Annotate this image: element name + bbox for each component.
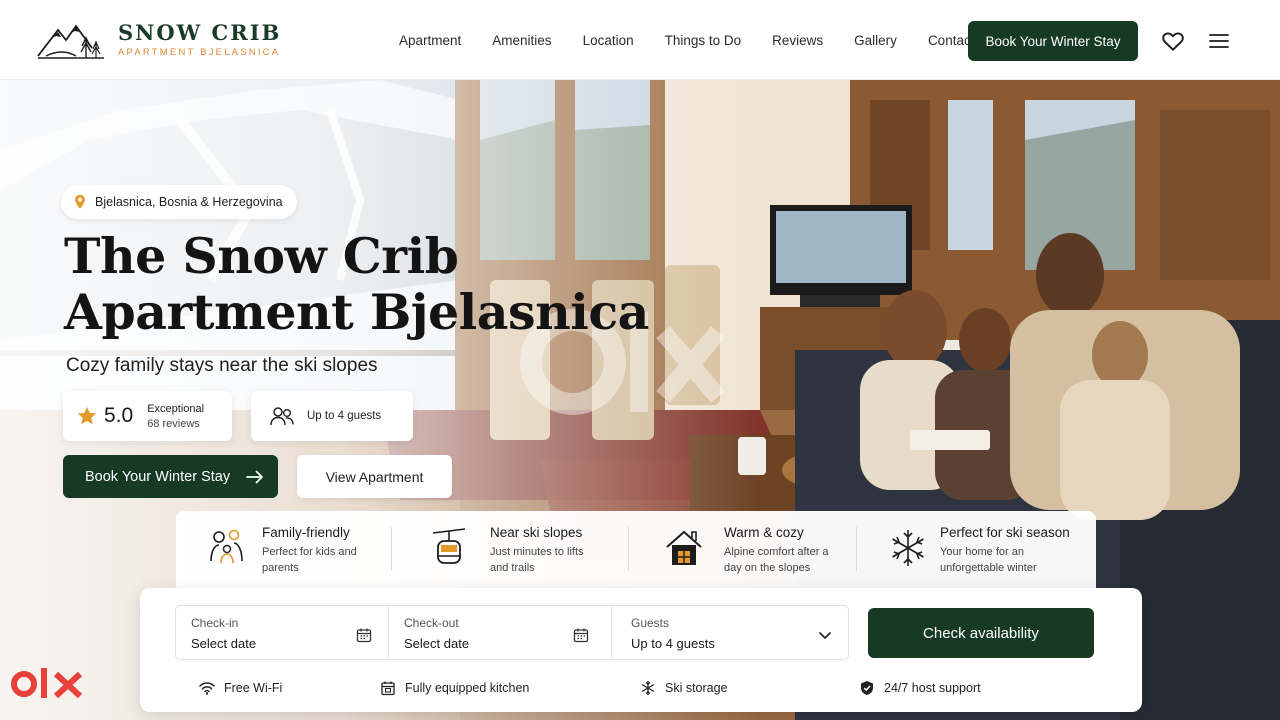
- feature-perfect-for-ski-season: Perfect for ski season Your home for an …: [856, 511, 1096, 593]
- nav-reviews[interactable]: Reviews: [772, 33, 823, 48]
- view-apartment-label: View Apartment: [325, 468, 424, 485]
- brand-title: SNOW CRIB: [118, 19, 282, 45]
- guests-text: Up to 4 guests: [307, 410, 382, 422]
- chevron-down-icon: [819, 632, 831, 639]
- wifi-icon: [199, 682, 215, 695]
- view-apartment-button[interactable]: View Apartment: [297, 455, 452, 498]
- features-strip: Family-friendly Perfect for kids and par…: [176, 511, 1096, 593]
- hero-title-line-1: The Snow Crib: [64, 227, 459, 285]
- book-winter-stay-button[interactable]: Book Your Winter Stay: [63, 455, 278, 498]
- checkout-label: Check-out: [404, 616, 459, 630]
- feature-desc: Perfect for kids and parents: [262, 546, 357, 574]
- brand-subtitle: APARTMENT BJELASNICA: [118, 46, 281, 58]
- location-text: Bjelasnica, Bosnia & Herzegovina: [95, 195, 283, 209]
- feature-desc: Your home for an unforgettable winter: [940, 546, 1037, 574]
- header-book-button[interactable]: Book Your Winter Stay: [968, 21, 1138, 61]
- feature-title: Family-friendly: [262, 525, 350, 540]
- nav-apartment[interactable]: Apartment: [399, 33, 461, 48]
- feature-desc: Just minutes to lifts and trails: [490, 546, 584, 574]
- amenity-kitchen: Fully equipped kitchen: [380, 680, 529, 696]
- snowflake-icon: [641, 681, 655, 695]
- hero-subtitle: Cozy family stays near the ski slopes: [66, 355, 378, 376]
- cabin-icon: [666, 530, 702, 565]
- amenity-label: 24/7 host support: [884, 681, 981, 695]
- calendar-icon: [573, 628, 589, 643]
- hamburger-menu-icon[interactable]: [1207, 29, 1231, 53]
- arrow-right-icon: [246, 470, 263, 483]
- main-nav: Apartment Amenities Location Things to D…: [399, 33, 1005, 48]
- olx-logo-icon: [11, 668, 83, 699]
- nav-things-to-do[interactable]: Things to Do: [665, 33, 742, 48]
- kitchen-icon: [381, 681, 395, 696]
- feature-near-ski-slopes: Near ski slopes Just minutes to lifts an…: [391, 511, 628, 593]
- amenity-ski-storage: Ski storage: [640, 680, 728, 696]
- guests-value: Up to 4 guests: [631, 636, 715, 651]
- nav-location[interactable]: Location: [583, 33, 634, 48]
- feature-desc: Alpine comfort after a day on the slopes: [724, 546, 829, 574]
- heart-icon[interactable]: [1160, 28, 1186, 54]
- brand-logo[interactable]: SNOW CRIB APARTMENT BJELASNICA: [36, 18, 281, 60]
- cable-car-icon: [432, 528, 466, 564]
- guests-select[interactable]: Guests Up to 4 guests: [611, 605, 849, 660]
- location-badge: Bjelasnica, Bosnia & Herzegovina: [61, 185, 297, 219]
- checkin-label: Check-in: [191, 616, 239, 630]
- amenity-label: Ski storage: [665, 681, 728, 695]
- nav-gallery[interactable]: Gallery: [854, 33, 897, 48]
- feature-title: Warm & cozy: [724, 525, 804, 540]
- rating-label: Exceptional: [147, 402, 205, 415]
- calendar-icon: [356, 628, 372, 643]
- snowflake-icon: [892, 530, 924, 566]
- rating-card: 5.0 Exceptional 68 reviews: [63, 391, 232, 441]
- guests-card: Up to 4 guests: [251, 391, 413, 441]
- checkin-field[interactable]: Check-in Select date: [175, 605, 389, 660]
- shield-icon: [861, 681, 873, 695]
- feature-family-friendly: Family-friendly Perfect for kids and par…: [176, 511, 391, 593]
- hero-title: The Snow Crib Apartment Bjelasnica: [64, 228, 649, 340]
- nav-amenities[interactable]: Amenities: [492, 33, 551, 48]
- mountain-logo-icon: [37, 24, 104, 59]
- feature-warm-and-cozy: Warm & cozy Alpine comfort after a day o…: [628, 511, 856, 593]
- book-button-label: Book Your Winter Stay: [85, 468, 231, 485]
- star-icon: [77, 406, 97, 425]
- amenity-wifi: Free Wi-Fi: [199, 680, 282, 696]
- rating-reviews[interactable]: 68 reviews: [147, 418, 204, 430]
- checkout-field[interactable]: Check-out Select date: [388, 605, 612, 660]
- hero-title-line-2: Apartment Bjelasnica: [64, 283, 649, 341]
- checkin-value: Select date: [191, 636, 257, 651]
- amenity-label: Fully equipped kitchen: [405, 681, 530, 695]
- feature-title: Near ski slopes: [490, 525, 583, 540]
- amenity-label: Free Wi-Fi: [224, 681, 283, 695]
- feature-title: Perfect for ski season: [940, 525, 1070, 540]
- booking-panel: Check-in Select date Check-out Select da…: [140, 588, 1142, 712]
- map-pin-icon: [75, 194, 85, 209]
- site-header: SNOW CRIB APARTMENT BJELASNICA Apartment…: [0, 0, 1280, 80]
- checkout-value: Select date: [404, 636, 470, 651]
- guests-label: Guests: [631, 616, 670, 630]
- family-icon: [210, 529, 243, 564]
- guests-icon: [270, 407, 294, 426]
- check-availability-button[interactable]: Check availability: [868, 608, 1094, 658]
- rating-score: 5.0: [104, 404, 134, 427]
- amenity-host-support: 24/7 host support: [859, 680, 981, 696]
